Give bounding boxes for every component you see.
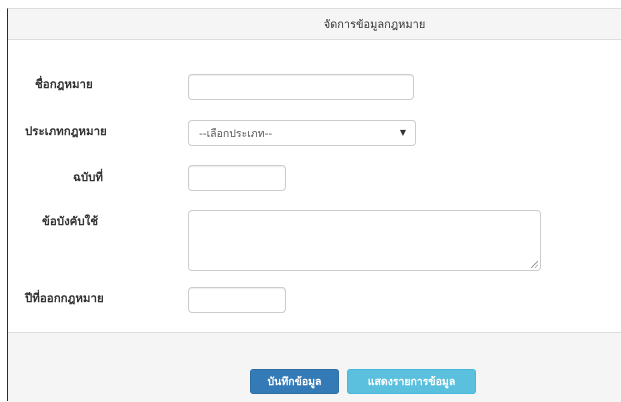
resize-grip-icon[interactable] bbox=[531, 261, 538, 268]
law-name-input[interactable] bbox=[188, 74, 414, 100]
issue-no-label: ฉบับที่ bbox=[73, 170, 104, 184]
law-type-selected-value: --เลือกประเภท-- bbox=[199, 127, 273, 140]
panel-title: จัดการข้อมูลกฎหมาย bbox=[323, 18, 426, 31]
enforcement-textarea[interactable] bbox=[188, 210, 541, 271]
law-type-select[interactable]: --เลือกประเภท-- ▼ bbox=[188, 120, 416, 146]
issue-no-input[interactable] bbox=[188, 165, 286, 191]
save-button[interactable]: บันทึกข้อมูล bbox=[250, 369, 339, 394]
panel-footer: บันทึกข้อมูล แสดงรายการข้อมูล bbox=[8, 332, 621, 402]
year-label: ปีที่ออกกฎหมาย bbox=[25, 291, 104, 305]
enforcement-label: ข้อบังคับใช้ bbox=[42, 214, 99, 228]
year-input[interactable] bbox=[188, 287, 286, 313]
show-list-button[interactable]: แสดงรายการข้อมูล bbox=[347, 369, 476, 394]
law-management-panel: จัดการข้อมูลกฎหมาย ชื่อกฎหมาย ประเภทกฎหม… bbox=[7, 8, 621, 402]
dropdown-arrow-icon: ▼ bbox=[399, 128, 406, 137]
law-type-label: ประเภทกฎหมาย bbox=[25, 124, 107, 138]
law-name-label: ชื่อกฎหมาย bbox=[35, 77, 93, 91]
panel-heading: จัดการข้อมูลกฎหมาย bbox=[8, 9, 621, 40]
